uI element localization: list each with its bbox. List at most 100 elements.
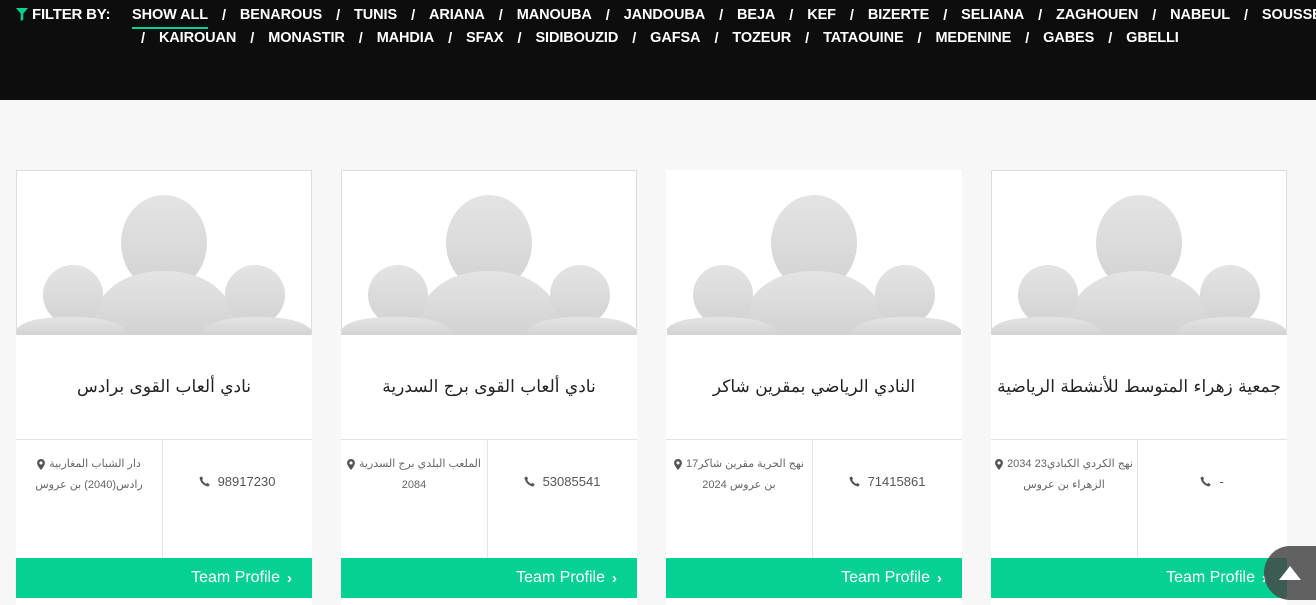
team-photo[interactable] [341,170,637,336]
team-phone: 71415861 [812,440,962,522]
filter-item: / NABEUL [1138,7,1230,25]
phone-number: - [1219,473,1224,489]
team-address: دار الشباب المغاربية رادس(2040) بن عروس [16,454,162,496]
team-photo[interactable] [666,170,962,336]
filter-link-kef[interactable]: KEF [807,7,836,25]
filter-link-gafsa[interactable]: GAFSA [650,30,700,48]
filter-link-beja[interactable]: BEJA [737,7,775,25]
filter-item: / BIZERTE [836,7,929,25]
team-profile-button[interactable]: Team Profile › [991,558,1287,598]
filter-separator: / [632,31,637,47]
filter-link-nabeul[interactable]: NABEUL [1170,7,1230,25]
filter-link-benarous[interactable]: BENAROUS [240,7,322,25]
team-profile-button[interactable]: Team Profile › [666,558,962,598]
scroll-to-top-button[interactable] [1264,546,1316,600]
filter-item: / TOZEUR [700,30,791,48]
filter-separator: / [1108,31,1113,47]
filter-item: / MONASTIR [236,30,345,48]
filter-label-text: FILTER BY: [32,6,111,23]
filter-link-tunis[interactable]: TUNIS [354,7,397,25]
filter-link-tataouine[interactable]: TATAOUINE [823,30,904,48]
filter-item: / KAIROUAN [141,30,236,48]
filter-link-ariana[interactable]: ARIANA [429,7,485,25]
team-card: النادي الرياضي بمقرين شاكر نهج الحرية مق… [666,170,962,605]
filter-item: / BEJA [705,7,775,25]
filter-link-mahdia[interactable]: MAHDIA [377,30,435,48]
placeholder-avatar-icon [342,171,636,335]
filter-separator: / [448,31,453,47]
filter-link-gabes[interactable]: GABES [1043,30,1094,48]
filter-row-1: SHOW ALL / BENAROUS / TUNIS / ARIANA / MANOUBA / J… [132,7,1316,29]
address-line-1: الملعب البلدي برج السدرية [359,458,481,470]
filter-item: / SIDIBOUZID [504,30,619,48]
team-info: الملعب البلدي برج السدرية 2084 53085541 [341,439,637,558]
filter-link-monastir[interactable]: MONASTIR [268,30,345,48]
filter-separator: / [411,8,415,24]
filter-link-sousse[interactable]: SOUSSE [1262,7,1316,25]
team-name[interactable]: نادي ألعاب القوى برج السدرية [341,335,637,439]
address-line-2: 2024 بن عروس [702,479,776,491]
address-line-1: نهج الكردي الكبادي23 2034 [1007,458,1133,470]
filter-link-tozeur[interactable]: TOZEUR [732,30,791,48]
team-name[interactable]: النادي الرياضي بمقرين شاكر [666,335,962,439]
phone-icon [849,475,860,486]
map-pin-icon [995,458,1003,470]
team-profile-label: Team Profile [1166,569,1255,586]
filter-separator: / [917,31,922,47]
filter-link-seliana[interactable]: SELIANA [961,7,1024,25]
filter-link-gbelli[interactable]: GBELLI [1126,30,1179,48]
filter-item: / JANDOUBA [592,7,705,25]
filter-separator: / [1243,8,1248,24]
filter-label: FILTER BY: [16,6,110,23]
phone-number: 98917230 [217,473,276,489]
team-address: نهج الحرية مقرين شاكر17 2024 بن عروس [666,454,812,496]
placeholder-avatar-icon [17,171,311,335]
filter-item: / TUNIS [322,7,397,25]
filter-item: SHOW ALL [132,7,208,29]
filter-item: / KEF [775,7,836,25]
filter-separator: / [789,8,794,24]
address-line-2: 2084 [401,479,427,491]
team-name[interactable]: نادي ألعاب القوى برادس [16,335,312,439]
phone-number: 71415861 [867,473,926,489]
address-line-1: دار الشباب المغاربية [49,458,141,470]
filter-link-manouba[interactable]: MANOUBA [517,7,592,25]
chevron-right-icon: › [937,569,942,587]
filter-link-sidibouzid[interactable]: SIDIBOUZID [535,30,618,48]
address-line-2: رادس(2040) بن عروس [35,479,143,491]
filter-item: / MAHDIA [345,30,434,48]
filter-item: / MEDENINE [904,30,1012,48]
filter-separator: / [336,8,341,24]
filter-link-bizerte[interactable]: BIZERTE [868,7,929,25]
filter-separator: / [250,31,255,47]
address-line-1: نهج الحرية مقرين شاكر17 [685,458,805,470]
filter-separator: / [517,31,522,47]
filter-link-sfax[interactable]: SFAX [466,30,504,48]
team-profile-label: Team Profile [516,569,605,586]
filter-link-show-all[interactable]: SHOW ALL [132,7,208,29]
team-card: جمعية زهراء المتوسط للأنشطة الرياضية نهج… [991,170,1287,605]
filter-separator: / [943,8,948,24]
filter-separator: / [1152,8,1157,24]
chevron-right-icon: › [287,569,292,587]
filter-separator: / [1038,8,1043,24]
filter-separator: / [358,31,363,47]
filter-link-kairouan[interactable]: KAIROUAN [159,30,236,48]
filter-link-zaghouen[interactable]: ZAGHOUEN [1056,7,1138,25]
team-card: نادي ألعاب القوى برج السدرية الملعب البل… [341,170,637,605]
filter-item: / BENAROUS [208,7,322,25]
team-profile-button[interactable]: Team Profile › [341,558,637,598]
team-name[interactable]: جمعية زهراء المتوسط للأنشطة الرياضية [991,335,1287,439]
filter-link-medenine[interactable]: MEDENINE [935,30,1011,48]
team-photo[interactable] [16,170,312,336]
address-line-2: الزهراء بن عروس [1023,479,1105,491]
filter-link-jandouba[interactable]: JANDOUBA [624,7,705,25]
team-profile-button[interactable]: Team Profile › [16,558,312,598]
filter-item: / TATAOUINE [791,30,903,48]
team-photo[interactable] [991,170,1287,336]
filter-separator: / [605,8,610,24]
map-pin-icon [347,458,355,470]
team-card: نادي ألعاب القوى برادس دار الشباب المغار… [16,170,312,605]
phone-icon [1200,475,1211,486]
filter-separator: / [1025,31,1030,47]
